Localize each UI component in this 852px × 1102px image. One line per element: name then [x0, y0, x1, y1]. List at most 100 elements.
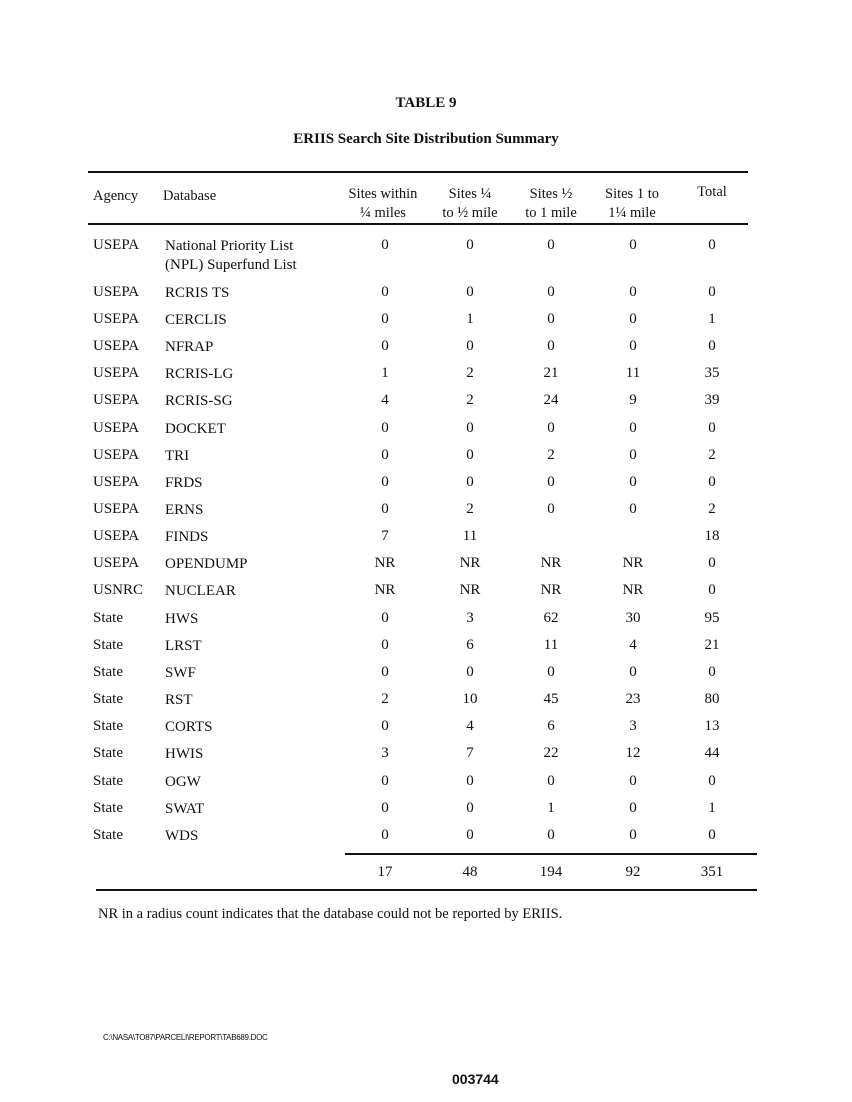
count-cell: 0 — [629, 420, 637, 436]
count-cell: 12 — [625, 745, 641, 761]
total-value-cell: 39 — [704, 392, 720, 408]
total-value-cell: 44 — [704, 745, 720, 761]
count-cell: NR — [540, 582, 562, 598]
total-value-cell: 1 — [708, 311, 716, 327]
table-header-rule — [88, 223, 748, 225]
file-path: C:\NASA\TO87\PARCELI\REPORT\TAB689.DOC — [103, 1033, 268, 1042]
total-value-cell: 1 — [708, 800, 716, 816]
count-cell: 0 — [381, 773, 389, 789]
total-value-cell: 35 — [704, 365, 720, 381]
header-line: Sites 1 to — [605, 186, 659, 202]
count-cell: 0 — [547, 237, 555, 253]
database-cell: LRST — [165, 638, 202, 654]
count-cell: 4 — [381, 392, 389, 408]
total-value-cell: 2 — [708, 447, 716, 463]
total-value-cell: 0 — [708, 338, 716, 354]
count-cell: 3 — [466, 610, 474, 626]
count-cell: 0 — [466, 773, 474, 789]
count-cell: 0 — [547, 827, 555, 843]
count-cell: 45 — [543, 691, 559, 707]
table-title: ERIIS Search Site Distribution Summary — [293, 131, 559, 147]
count-cell: 11 — [462, 528, 478, 544]
count-cell: 0 — [547, 773, 555, 789]
totals-row: 17 48 194 92 351 — [0, 864, 852, 886]
count-cell: 11 — [543, 637, 559, 653]
count-cell: 10 — [462, 691, 478, 707]
total-value-cell: 0 — [708, 555, 716, 571]
table-row: USNRC NUCLEAR NR NR NR NR 0 — [0, 582, 852, 604]
count-cell: NR — [540, 555, 562, 571]
header-line: to ½ mile — [442, 205, 498, 221]
database-cell: SWAT — [165, 801, 205, 817]
agency-cell: State — [93, 773, 123, 789]
table-row: State RST 2 10 45 23 80 — [0, 691, 852, 713]
agency-cell: USEPA — [93, 284, 140, 300]
count-cell: 1 — [547, 800, 555, 816]
count-cell: 0 — [547, 474, 555, 490]
count-cell: 0 — [381, 420, 389, 436]
count-cell: NR — [622, 582, 644, 598]
count-cell: 0 — [547, 501, 555, 517]
agency-cell: State — [93, 718, 123, 734]
footnote: NR in a radius count indicates that the … — [98, 906, 563, 922]
count-cell: 0 — [466, 664, 474, 680]
database-cell: ERNS — [165, 502, 204, 518]
header-line: ¼ miles — [360, 205, 406, 221]
count-cell: 2 — [466, 392, 474, 408]
header-line: Sites ½ — [529, 186, 573, 202]
count-cell: 0 — [466, 420, 474, 436]
table-row: USEPA FINDS 7 11 18 — [0, 528, 852, 550]
database-cell: HWIS — [165, 746, 204, 762]
table-row: State OGW 0 0 0 0 0 — [0, 773, 852, 795]
table-row: State HWS 0 3 62 30 95 — [0, 610, 852, 632]
agency-cell: USEPA — [93, 447, 140, 463]
table-row: State LRST 0 6 11 4 21 — [0, 637, 852, 659]
count-cell: 0 — [466, 800, 474, 816]
total-value-cell: 0 — [708, 582, 716, 598]
count-cell: 24 — [543, 392, 559, 408]
header-database: Database — [163, 188, 217, 204]
total-cell: 351 — [700, 864, 724, 880]
count-cell: 0 — [629, 447, 637, 463]
total-cell: 17 — [377, 864, 393, 880]
agency-cell: State — [93, 610, 123, 626]
totals-rule — [345, 853, 757, 855]
header-sites-quarter-half: Sites ¼ to ½ mile — [432, 185, 508, 223]
table-row: USEPA TRI 0 0 2 0 2 — [0, 447, 852, 469]
table-row: State WDS 0 0 0 0 0 — [0, 827, 852, 849]
count-cell: 0 — [381, 718, 389, 734]
agency-cell: USEPA — [93, 338, 140, 354]
total-cell: 48 — [462, 864, 478, 880]
table-row: State CORTS 0 4 6 3 13 — [0, 718, 852, 740]
database-cell: RST — [165, 692, 193, 708]
count-cell: NR — [622, 555, 644, 571]
count-cell: NR — [459, 582, 481, 598]
count-cell: 4 — [466, 718, 474, 734]
header-line: to 1 mile — [525, 205, 577, 221]
agency-cell: USEPA — [93, 237, 140, 253]
count-cell: 0 — [381, 610, 389, 626]
database-cell: NUCLEAR — [165, 583, 236, 599]
agency-cell: State — [93, 664, 123, 680]
database-cell: TRI — [165, 448, 190, 464]
agency-cell: USEPA — [93, 420, 140, 436]
agency-cell: USEPA — [93, 528, 140, 544]
count-cell: 0 — [381, 501, 389, 517]
count-cell: 0 — [381, 311, 389, 327]
header-line: Sites ¼ — [448, 186, 492, 202]
count-cell: 0 — [547, 420, 555, 436]
database-cell: WDS — [165, 828, 199, 844]
count-cell: 2 — [547, 447, 555, 463]
count-cell: 3 — [381, 745, 389, 761]
count-cell: 0 — [547, 284, 555, 300]
header-sites-one-to-one-quarter: Sites 1 to 1¼ mile — [594, 185, 670, 223]
database-cell: CERCLIS — [165, 312, 227, 328]
count-cell: 7 — [466, 745, 474, 761]
header-sites-half-one: Sites ½ to 1 mile — [513, 185, 589, 223]
count-cell: 11 — [625, 365, 641, 381]
count-cell: 22 — [543, 745, 559, 761]
count-cell: 1 — [466, 311, 474, 327]
agency-cell: USEPA — [93, 555, 140, 571]
total-value-cell: 0 — [708, 773, 716, 789]
count-cell: 0 — [547, 338, 555, 354]
